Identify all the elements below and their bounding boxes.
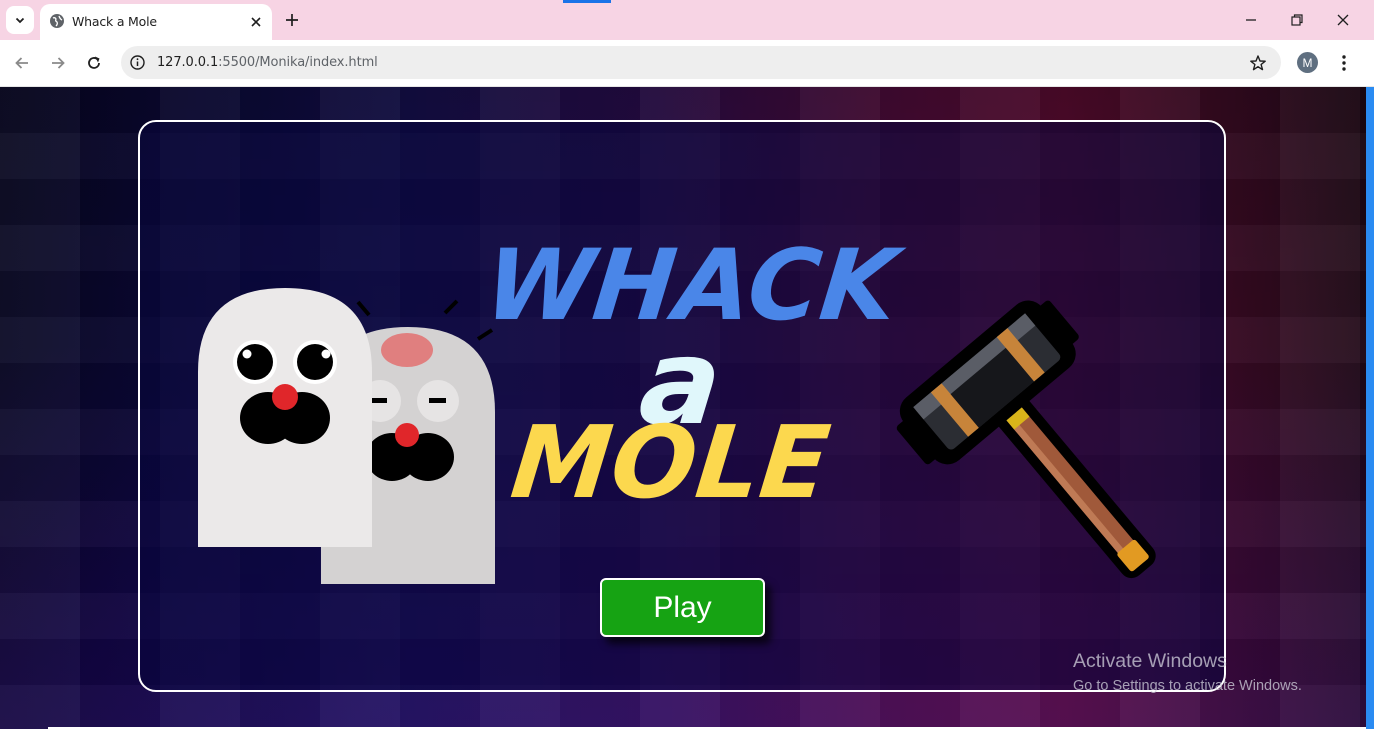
globe-icon [50,14,64,28]
activate-windows-title: Activate Windows [1073,650,1227,672]
page-background: WHACK a MOLE Play Activate Windows Go to… [0,87,1366,729]
browser-toolbar: 127.0.0.1:5500/Monika/index.html M [0,40,1374,87]
back-icon[interactable] [12,53,32,73]
url-path: :5500/Monika/index.html [218,55,378,70]
tab-indicator [563,0,611,3]
site-info-icon[interactable] [129,54,146,71]
mole-happy-illustration [198,288,372,547]
url-text[interactable]: 127.0.0.1:5500/Monika/index.html [157,55,378,70]
game-title-logo: WHACK a MOLE [480,229,910,521]
hammer-illustration [896,300,1156,579]
title-line-mole: MOLE [506,404,835,521]
minimize-icon[interactable] [1241,10,1261,30]
page-scrollbar-edge[interactable] [1366,87,1374,729]
chevron-down-icon [15,17,25,24]
play-button[interactable]: Play [600,578,765,637]
profile-avatar[interactable]: M [1297,52,1318,73]
browser-tab-active[interactable]: Whack a Mole [40,4,272,40]
url-host: 127.0.0.1 [157,55,219,70]
restore-icon[interactable] [1287,10,1307,30]
close-window-icon[interactable] [1333,10,1353,30]
address-bar[interactable]: 127.0.0.1:5500/Monika/index.html [121,46,1281,79]
forward-icon[interactable] [48,53,68,73]
star-icon[interactable] [1249,54,1267,72]
tab-strip: Whack a Mole [0,0,1374,40]
activate-windows-watermark: Activate Windows Go to Settings to activ… [1073,650,1302,694]
tab-title: Whack a Mole [72,14,157,29]
plus-icon[interactable] [283,11,301,29]
close-icon[interactable] [248,14,264,30]
tab-search-button[interactable] [6,6,34,34]
kebab-menu-icon[interactable] [1334,53,1354,73]
activate-windows-subtitle: Go to Settings to activate Windows. [1073,678,1302,694]
reload-icon[interactable] [84,53,104,73]
